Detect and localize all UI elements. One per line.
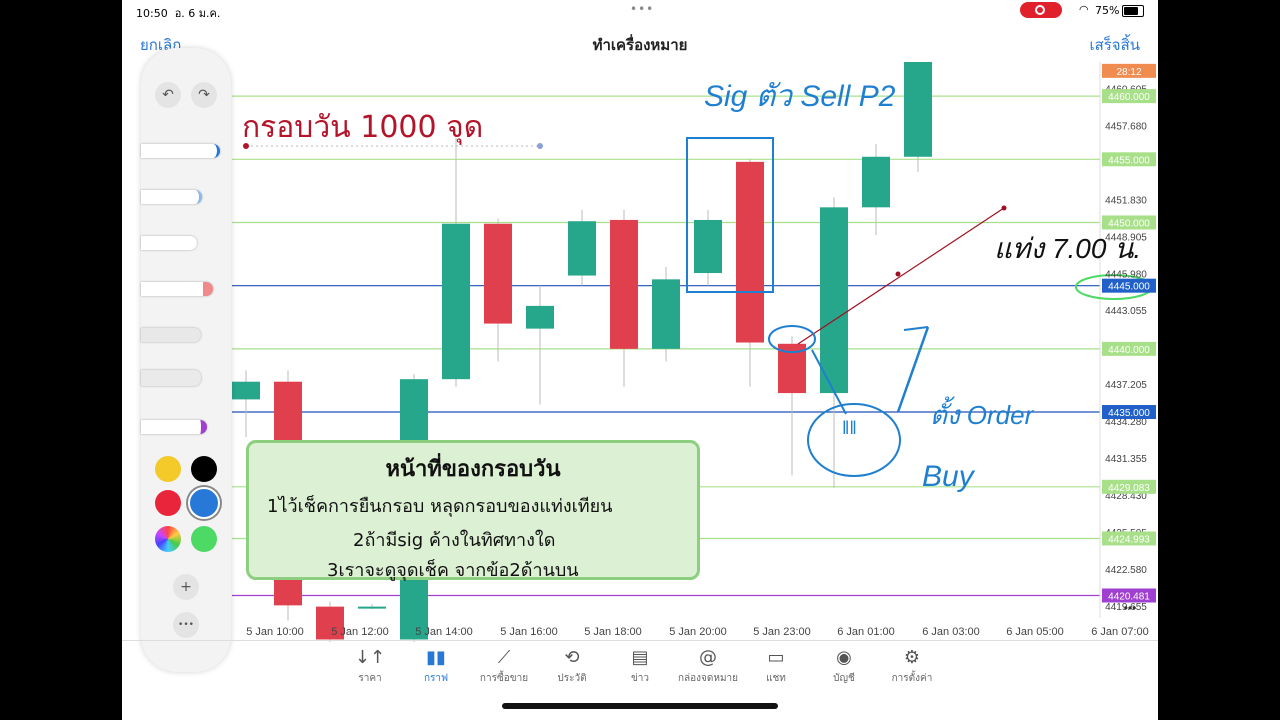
page-title: ทำเครื่องหมาย: [592, 36, 688, 54]
bar-sketch: ǁǁ: [842, 418, 857, 438]
monoline-tool-icon[interactable]: [141, 190, 202, 204]
eraser-icon[interactable]: [141, 282, 213, 296]
undo-icon[interactable]: ↶: [155, 82, 181, 108]
marker-tool-icon[interactable]: [141, 236, 197, 250]
candle-body: [694, 219, 722, 274]
time-axis: 5 Jan 10:00 5 Jan 12:00 5 Jan 14:00 5 Jan 1…: [246, 626, 1149, 638]
ruler-icon[interactable]: [141, 370, 201, 386]
price-tick-label: 4422.580: [1105, 565, 1147, 576]
home-indicator[interactable]: [502, 703, 778, 709]
wifi-icon: ◠: [1079, 3, 1089, 16]
candle-body: [442, 223, 470, 380]
price-tag-label: 4440.000: [1108, 345, 1150, 356]
note-line-1: 1ไว้เช็คการยืนกรอบ หลุดกรอบของแท่งเทียน: [267, 496, 613, 517]
tab-settings[interactable]: ⚙ การตั้งค่า: [872, 645, 952, 686]
ipad-screen: 10:50 อ. 6 ม.ค. ••• ◠ 75% ยกเลิก ทำเครื่…: [122, 0, 1158, 720]
buy-annotation: Buy: [922, 460, 976, 493]
candle-body: [484, 223, 512, 324]
multitask-dots-icon[interactable]: •••: [630, 2, 654, 16]
price-axis: 4460.6054457.6804451.8304448.9054445.980…: [1102, 63, 1156, 613]
candle-body: [610, 219, 638, 349]
order-annotation: ตั้ง Order: [930, 396, 1035, 430]
range-heading: กรอบวัน 1000 จุด: [242, 110, 484, 145]
price-tag-label: 4445.000: [1108, 282, 1150, 293]
markup-tool-palette: ↶ ↷ + •••: [141, 48, 231, 672]
price-tag-label: 4435.000: [1108, 408, 1150, 419]
candle-body: [568, 221, 596, 276]
time-tick-label: 5 Jan 12:00: [331, 626, 389, 638]
done-button[interactable]: เสร็จสิ้น: [1089, 33, 1140, 57]
time-tick-label: 5 Jan 16:00: [500, 626, 558, 638]
candle-body: [526, 305, 554, 329]
price-tick-label: 4437.205: [1105, 380, 1147, 391]
more-options-icon[interactable]: •••: [173, 612, 199, 638]
redo-icon[interactable]: ↷: [191, 82, 217, 108]
note-line-2: 2ถ้ามีsig ค้างในทิศทางใด: [353, 530, 556, 551]
add-icon[interactable]: +: [173, 574, 199, 600]
more-icon[interactable]: •••: [1124, 601, 1137, 615]
time-tick-label: 6 Jan 05:00: [1006, 626, 1064, 638]
price-tick-label: 4431.355: [1105, 454, 1147, 465]
price-tick-label: 4443.055: [1105, 306, 1147, 317]
price-tick-label: 4451.830: [1105, 195, 1147, 206]
price-tag-label: 4424.993: [1108, 534, 1150, 545]
price-tag-label: 4429.083: [1108, 483, 1150, 494]
candle-body: [232, 381, 260, 400]
status-bar: 10:50 อ. 6 ม.ค. ••• ◠ 75%: [122, 0, 1158, 22]
candle-body: [358, 606, 386, 609]
lasso-tool-icon[interactable]: [141, 328, 201, 342]
candle-body: [862, 156, 890, 208]
time-tick-label: 5 Jan 10:00: [246, 626, 304, 638]
time-tick-label: 5 Jan 23:00: [753, 626, 811, 638]
price-tick-label: 4445.980: [1105, 269, 1147, 280]
color-yellow[interactable]: [155, 456, 181, 482]
candle-body: [820, 207, 848, 394]
price-tick-label: 4457.680: [1105, 121, 1147, 132]
time-tick-label: 5 Jan 18:00: [584, 626, 642, 638]
price-tag-label: 4450.000: [1108, 218, 1150, 229]
candle-body: [652, 279, 680, 349]
candle-body: [736, 161, 764, 343]
battery-percent: 75%: [1095, 4, 1120, 17]
time-tick-label: 6 Jan 01:00: [837, 626, 895, 638]
time-tick-label: 5 Jan 20:00: [669, 626, 727, 638]
price-tag-label: 28:12: [1116, 67, 1141, 78]
price-tick-label: 4448.905: [1105, 232, 1147, 243]
price-tag-label: 4455.000: [1108, 155, 1150, 166]
color-red[interactable]: [155, 490, 181, 516]
screen-recording-icon[interactable]: [1020, 2, 1062, 18]
color-picker-icon[interactable]: [155, 526, 181, 552]
note-line-3: 3เราจะดูจุดเช็ค จากข้อ2ด้านบน: [327, 560, 579, 581]
status-time: 10:50 อ. 6 ม.ค.: [136, 7, 221, 20]
price-tag-label: 4460.000: [1108, 92, 1150, 103]
note-box: หน้าที่ของกรอบวัน 1ไว้เช็คการยืนกรอบ หลุ…: [246, 440, 700, 581]
time-tick-label: 5 Jan 14:00: [415, 626, 473, 638]
pen-tool-icon[interactable]: [141, 144, 220, 158]
candle-body: [904, 62, 932, 157]
markup-nav-bar: ยกเลิก ทำเครื่องหมาย เสร็จสิ้น: [122, 26, 1158, 60]
color-green[interactable]: [191, 526, 217, 552]
color-black[interactable]: [191, 456, 217, 482]
note-title: หน้าที่ของกรอบวัน: [385, 457, 561, 482]
battery-icon: [1122, 5, 1144, 17]
gear-icon: ⚙: [903, 647, 921, 668]
color-blue-selected[interactable]: [188, 487, 220, 519]
time-tick-label: 6 Jan 03:00: [922, 626, 980, 638]
fountain-pen-icon[interactable]: [141, 420, 207, 434]
time-tick-label: 6 Jan 07:00: [1091, 626, 1149, 638]
sig-annotation: Sig ตัว Sell P2: [704, 80, 896, 113]
